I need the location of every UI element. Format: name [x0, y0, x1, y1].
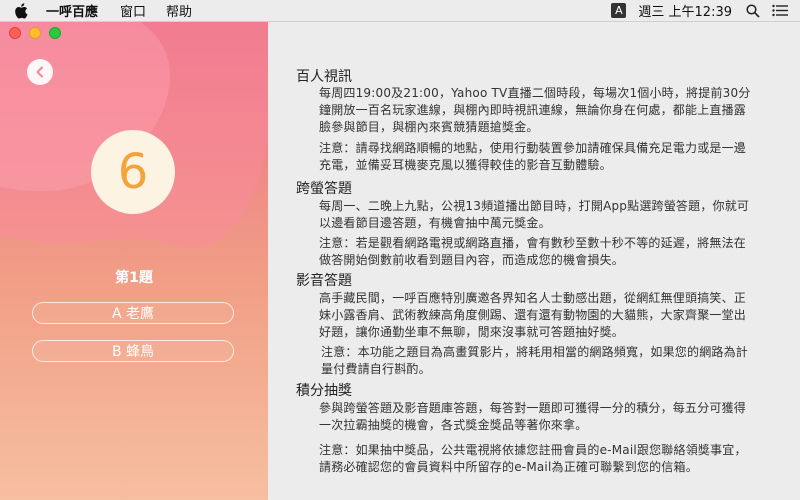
section-title-cross-screen: 跨螢答題 [296, 181, 352, 197]
menu-window[interactable]: 窗口 [120, 1, 146, 20]
menu-bar: 一呼百應 窗口 帮助 A 週三 上午12:39 [0, 0, 800, 22]
section-title-video-call: 百人視訊 [296, 69, 352, 85]
apple-icon[interactable] [14, 2, 28, 19]
section-body-video-call: 每周四19:00及21:00，Yahoo TV直播二個時段，每場次1個小時，將提… [319, 86, 751, 134]
chevron-left-icon [36, 66, 43, 78]
background-wave [0, 22, 268, 248]
section-note-video-quiz: 注意：本功能之題目為高畫質影片，將耗用相當的網路頻寬，如果您的網路為計量付費請自… [321, 345, 749, 376]
section-body-cross-screen: 每周一、二晚上九點，公視13頻道播出節目時，打開App點選跨螢答題，你就可以邊看… [319, 199, 750, 230]
menu-status-area: A 週三 上午12:39 [611, 1, 800, 20]
question-number-badge: 6 [91, 130, 175, 214]
back-button[interactable] [27, 59, 53, 85]
info-panel: 百人視訊 每周四19:00及21:00，Yahoo TV直播二個時段，每場次1個… [268, 22, 800, 500]
window-controls [9, 27, 61, 39]
answer-option-b[interactable]: B 蜂鳥 [32, 340, 234, 362]
menu-app-name[interactable]: 一呼百應 [46, 1, 98, 20]
question-panel: 6 第1題 A 老鷹 B 蜂鳥 [0, 22, 268, 500]
input-source-badge[interactable]: A [611, 3, 627, 18]
menu-help[interactable]: 帮助 [166, 1, 192, 20]
answer-option-a[interactable]: A 老鷹 [32, 302, 234, 324]
window-close-button[interactable] [9, 27, 21, 39]
notification-center-icon[interactable] [772, 4, 788, 17]
section-title-video-quiz: 影音答題 [296, 273, 352, 289]
spotlight-search-icon[interactable] [746, 3, 760, 18]
section-title-points-lottery: 積分抽獎 [296, 383, 352, 399]
section-note-points-lottery: 注意：如果抽中獎品，公共電視將依據您註冊會員的e-Mail跟您聯絡領獎事宜，請務… [319, 443, 747, 474]
menu-clock[interactable]: 週三 上午12:39 [638, 1, 732, 20]
app-window: 6 第1題 A 老鷹 B 蜂鳥 百人視訊 每周四19:00及21:00，Yaho… [0, 22, 800, 500]
section-body-video-quiz: 高手藏民間，一呼百應特別廣邀各界知名人士動感出題，從網紅無俚頭搞笑、正妹小露香肩… [319, 291, 747, 339]
window-zoom-button[interactable] [49, 27, 61, 39]
question-title: 第1題 [115, 270, 153, 286]
section-note-video-call: 注意：請尋找網路順暢的地點，使用行動裝置參加請確保具備充足電力或是一邊充電，並備… [319, 141, 747, 172]
window-minimize-button[interactable] [29, 27, 41, 39]
section-body-points-lottery: 參與跨螢答題及影音題庫答題，每答對一題即可獲得一分的積分，每五分可獲得一次拉霸抽… [319, 401, 747, 432]
section-note-cross-screen: 注意：若是觀看網路電視或網路直播，會有數秒至數十秒不等的延遲，將無法在做答開始倒… [319, 236, 747, 267]
